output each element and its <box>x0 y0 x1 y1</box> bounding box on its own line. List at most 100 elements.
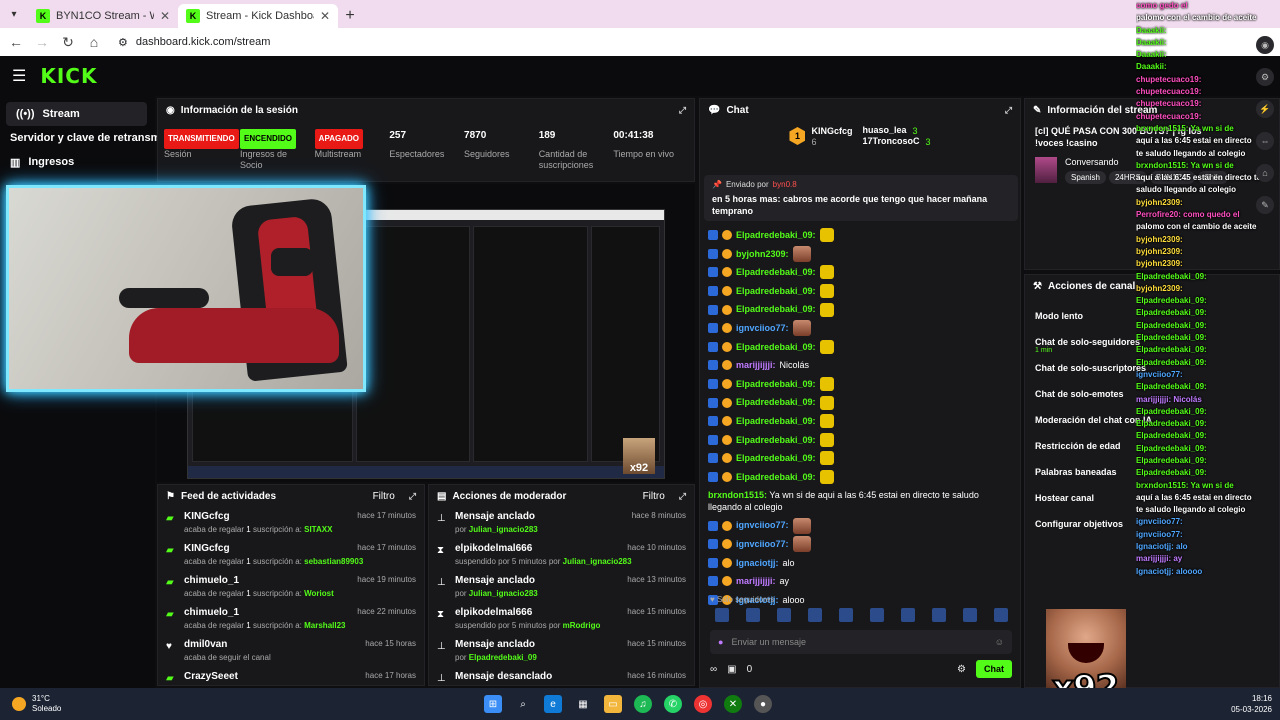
store-icon[interactable]: ▦ <box>574 695 592 713</box>
chat-message[interactable]: Elpadredebaki_09: <box>708 468 1010 487</box>
feed-item[interactable]: ▰ chimuelo_1 hace 19 minutos acaba de regal… <box>158 571 424 603</box>
chat-message[interactable]: Ignaciotjj: alo <box>708 554 1010 573</box>
chat-username[interactable]: Elpadredebaki_09: <box>736 412 816 431</box>
filter-button[interactable]: Filtro <box>643 491 665 502</box>
chat-username[interactable]: byjohn2309: <box>736 245 789 264</box>
chat-input[interactable]: ● Enviar un mensaje ☺ <box>710 630 1012 654</box>
tab-search-icon[interactable]: ▾ <box>4 4 24 24</box>
bolt-icon[interactable]: ⚡ <box>1256 100 1274 118</box>
chat-message[interactable]: Elpadredebaki_09: <box>708 412 1010 431</box>
emote-icon[interactable] <box>714 608 729 622</box>
browser-tab[interactable]: K BYN1CO Stream - Watch Live o ✕ <box>28 4 178 28</box>
search-icon[interactable]: ⌕ <box>514 695 532 713</box>
weather-widget[interactable]: 31°C Soleado <box>0 694 200 714</box>
sidebar-item-stream[interactable]: ((•)) Stream <box>6 102 147 126</box>
sidebar-item-server-key[interactable]: Servidor y clave de retransm <box>0 126 160 150</box>
feed-user[interactable]: chimuelo_1 <box>184 607 239 618</box>
sidebar-item-income[interactable]: ▥ Ingresos <box>0 150 155 174</box>
chat-message[interactable]: marijjijjji: Nicolás <box>708 356 1010 375</box>
browser-tab-active[interactable]: K Stream - Kick Dashboard ✕ <box>178 4 338 28</box>
mod-action-by[interactable]: Julian_ignacio283 <box>469 589 538 598</box>
chat-username[interactable]: ignvciioo77: <box>736 516 789 535</box>
filter-button[interactable]: Filtro <box>373 491 395 502</box>
feed-item[interactable]: ▰ chimuelo_1 hace 22 minutos acaba de regal… <box>158 603 424 635</box>
home-icon[interactable]: ⌂ <box>86 34 102 50</box>
kick-logo[interactable]: KICK <box>40 64 97 88</box>
chat-username[interactable]: Elpadredebaki_09: <box>736 282 816 301</box>
whatsapp-icon[interactable]: ✆ <box>664 695 682 713</box>
feed-user[interactable]: KINGcfcg <box>184 511 230 522</box>
close-tab-icon[interactable]: ✕ <box>320 9 330 23</box>
mod-action-item[interactable]: ⧗ elpikodelmal666 hace 15 minutos suspendid… <box>429 603 694 635</box>
chat-username[interactable]: Elpadredebaki_09: <box>736 468 816 487</box>
chat-username[interactable]: ignvciioo77: <box>736 319 789 338</box>
chat-username[interactable]: ignvciioo77: <box>736 535 789 554</box>
new-tab-button[interactable]: + <box>338 4 362 28</box>
chat-message[interactable]: Elpadredebaki_09: <box>708 300 1010 319</box>
chat-username[interactable]: Elpadredebaki_09: <box>736 338 816 357</box>
reload-icon[interactable]: ↻ <box>60 34 76 51</box>
chat-message[interactable]: ignvciioo77: <box>708 516 1010 535</box>
feed-user[interactable]: KINGcfcg <box>184 543 230 554</box>
mod-action-item[interactable]: ⧗ elpikodelmal666 hace 10 minutos suspendid… <box>429 539 694 571</box>
feed-item[interactable]: ▰ KINGcfcg hace 17 minutos acaba de regalar… <box>158 507 424 539</box>
emote-icon[interactable] <box>807 608 822 622</box>
emote-icon[interactable] <box>776 608 791 622</box>
infinity-icon[interactable]: ∞ <box>710 664 717 675</box>
feed-target[interactable]: SITAXX <box>304 525 332 534</box>
microphone-icon[interactable]: ● <box>718 637 723 647</box>
gifter-item[interactable]: 17TroncosoC 3 <box>862 136 930 147</box>
chat-message[interactable]: marijjijjji: ay <box>708 572 1010 591</box>
chat-username[interactable]: Elpadredebaki_09: <box>736 263 816 282</box>
feed-user[interactable]: CrazySeeet <box>184 671 238 682</box>
emote-icon[interactable] <box>838 608 853 622</box>
chat-username[interactable]: Elpadredebaki_09: <box>736 300 816 319</box>
chat-message[interactable]: Elpadredebaki_09: <box>708 393 1010 412</box>
back-icon[interactable]: ← <box>8 34 24 50</box>
chrome-icon[interactable]: ◎ <box>694 695 712 713</box>
chat-username[interactable]: marijjijjji: <box>736 356 776 375</box>
chat-username[interactable]: Ignaciotjj: <box>736 554 779 573</box>
site-info-icon[interactable]: ⚙ <box>118 36 128 49</box>
chat-message[interactable]: Elpadredebaki_09: <box>708 449 1010 468</box>
settings-icon[interactable]: ⚙ <box>957 664 966 675</box>
expand-icon[interactable]: ⤢ <box>679 491 686 502</box>
chat-message[interactable]: Elpadredebaki_09: <box>708 431 1010 450</box>
emote-icon[interactable] <box>931 608 946 622</box>
emote-icon[interactable] <box>745 608 760 622</box>
xbox-icon[interactable]: ✕ <box>724 695 742 713</box>
chat-username[interactable]: Elpadredebaki_09: <box>736 226 816 245</box>
feed-target[interactable]: Marshall23 <box>304 621 345 630</box>
mod-action-by[interactable]: Julian_ignacio283 <box>469 525 538 534</box>
chat-username[interactable]: Elpadredebaki_09: <box>736 431 816 450</box>
emote-icon[interactable] <box>962 608 977 622</box>
mod-action-item[interactable]: ⊥ Mensaje anclado hace 15 minutos por Elpad… <box>429 635 694 667</box>
chat-message[interactable]: byjohn2309: <box>708 245 1010 264</box>
send-chat-button[interactable]: Chat <box>976 660 1012 678</box>
expand-icon[interactable]: ⤢ <box>409 491 416 502</box>
chat-message[interactable]: ignvciioo77: <box>708 535 1010 554</box>
chat-message[interactable]: Elpadredebaki_09: <box>708 375 1010 394</box>
gifter-item[interactable]: 1 KINGcfcg 6 <box>789 126 852 147</box>
profile-icon[interactable]: ◉ <box>1256 36 1274 54</box>
chat-username[interactable]: Elpadredebaki_09: <box>736 375 816 394</box>
points-icon[interactable]: ▣ <box>727 664 736 675</box>
edge-icon[interactable]: e <box>544 695 562 713</box>
menu-icon[interactable]: ☰ <box>12 66 26 86</box>
expand-icon[interactable]: ⤢ <box>1005 105 1012 116</box>
start-icon[interactable]: ⊞ <box>484 695 502 713</box>
tool-icon[interactable]: ✎ <box>1256 196 1274 214</box>
chat-username[interactable]: marijjijjji: <box>736 572 776 591</box>
system-clock[interactable]: 18:16 05-03-2026 <box>1231 693 1280 715</box>
emoji-icon[interactable]: ☺ <box>995 637 1004 647</box>
mod-action-item[interactable]: ⊥ Mensaje anclado hace 13 minutos por Julia… <box>429 571 694 603</box>
feed-user[interactable]: dmil0van <box>184 639 227 650</box>
emote-icon[interactable] <box>993 608 1008 622</box>
expand-icon[interactable]: ⤢ <box>679 105 686 116</box>
settings-icon[interactable]: ⚙ <box>1256 68 1274 86</box>
feed-item[interactable]: ▰ CrazySeeet hace 17 horas <box>158 667 424 685</box>
feed-target[interactable]: Woriost <box>304 589 334 598</box>
gifter-item[interactable]: huaso_lea 3 <box>862 125 930 136</box>
mod-action-item[interactable]: ⊥ Mensaje anclado hace 8 minutos por Julian… <box>429 507 694 539</box>
forward-icon[interactable]: → <box>34 34 50 50</box>
